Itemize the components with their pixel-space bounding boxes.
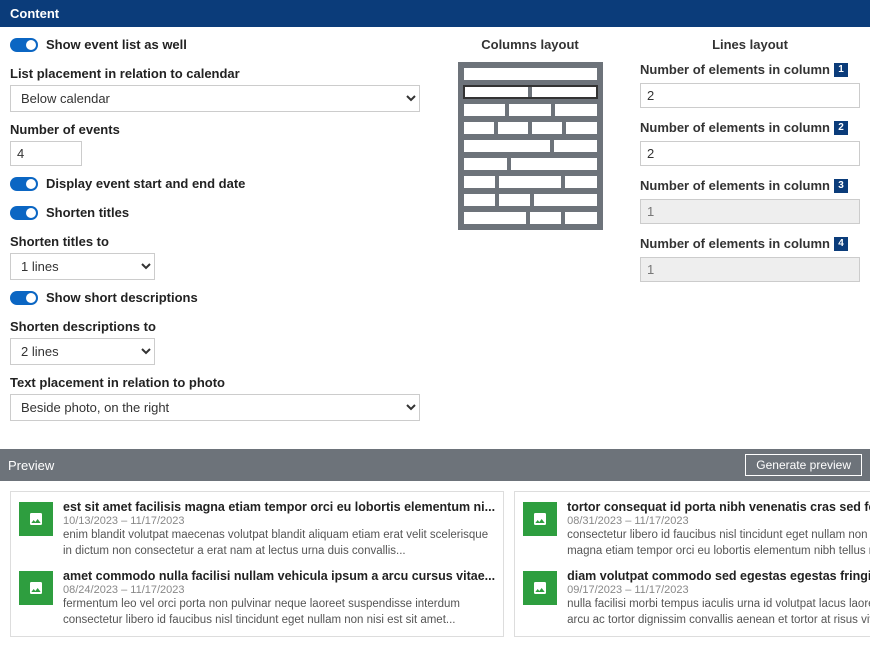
item-title: amet commodo nulla facilisi nullam vehic…: [63, 569, 495, 583]
lines-label-4: Number of elements in column 4: [640, 236, 860, 251]
list-placement-select[interactable]: Below calendar: [10, 85, 420, 112]
item-desc: fermentum leo vel orci porta non pulvina…: [63, 597, 495, 628]
text-placement-select[interactable]: Beside photo, on the right: [10, 394, 420, 421]
layout-option-2-1[interactable]: [464, 140, 597, 152]
lines-input-1[interactable]: [640, 83, 860, 108]
text-placement-label: Text placement in relation to photo: [10, 375, 420, 390]
image-icon: [523, 502, 557, 536]
shorten-titles-label: Shorten titles: [46, 205, 129, 220]
columns-layout-title: Columns layout: [481, 37, 579, 52]
shorten-titles-to-select[interactable]: 1 lines: [10, 253, 155, 280]
layout-option-2col[interactable]: [464, 86, 597, 98]
lines-input-3: [640, 199, 860, 224]
columns-layout-column: Columns layout: [440, 37, 620, 431]
preview-column: tortor consequat id porta nibh venenatis…: [514, 491, 870, 637]
preview-item: est sit amet facilisis magna etiam tempo…: [19, 500, 495, 559]
image-icon: [19, 571, 53, 605]
layout-option-2-1-1[interactable]: [464, 212, 597, 224]
lines-label-3: Number of elements in column 3: [640, 178, 860, 193]
preview-item: diam volutpat commodo sed egestas egesta…: [523, 569, 870, 628]
shorten-desc-to-label: Shorten descriptions to: [10, 319, 420, 334]
image-icon: [19, 502, 53, 536]
item-desc: consectetur libero id faucibus nisl tinc…: [567, 528, 870, 559]
lines-input-4: [640, 257, 860, 282]
layout-option-1-2-1[interactable]: [464, 176, 597, 188]
list-placement-label: List placement in relation to calendar: [10, 66, 420, 81]
item-date: 09/17/2023 – 11/17/2023: [567, 584, 870, 596]
item-date: 08/31/2023 – 11/17/2023: [567, 515, 870, 527]
layout-option-4col[interactable]: [464, 122, 597, 134]
show-short-desc-toggle[interactable]: [10, 291, 38, 305]
lines-input-2[interactable]: [640, 141, 860, 166]
item-title: est sit amet facilisis magna etiam tempo…: [63, 500, 495, 514]
section-header: Content: [0, 0, 870, 27]
columns-layout-picker: [458, 62, 603, 230]
form-column: Show event list as well List placement i…: [10, 37, 420, 431]
generate-preview-button[interactable]: Generate preview: [745, 454, 862, 476]
lines-label-1: Number of elements in column 1: [640, 62, 860, 77]
lines-layout-title: Lines layout: [640, 37, 860, 52]
shorten-titles-to-label: Shorten titles to: [10, 234, 420, 249]
shorten-titles-toggle[interactable]: [10, 206, 38, 220]
preview-body: est sit amet facilisis magna etiam tempo…: [0, 481, 870, 647]
lines-label-2: Number of elements in column 2: [640, 120, 860, 135]
num-events-label: Number of events: [10, 122, 420, 137]
preview-bar: Preview Generate preview: [0, 449, 870, 481]
item-title: diam volutpat commodo sed egestas egesta…: [567, 569, 870, 583]
item-date: 10/13/2023 – 11/17/2023: [63, 515, 495, 527]
item-desc: nulla facilisi morbi tempus iaculis urna…: [567, 597, 870, 628]
preview-item: amet commodo nulla facilisi nullam vehic…: [19, 569, 495, 628]
layout-option-1-1-2[interactable]: [464, 194, 597, 206]
content-body: Show event list as well List placement i…: [0, 27, 870, 449]
display-dates-toggle[interactable]: [10, 177, 38, 191]
show-short-desc-label: Show short descriptions: [46, 290, 198, 305]
item-desc: enim blandit volutpat maecenas volutpat …: [63, 528, 495, 559]
preview-column: est sit amet facilisis magna etiam tempo…: [10, 491, 504, 637]
layout-option-3col[interactable]: [464, 104, 597, 116]
preview-item: tortor consequat id porta nibh venenatis…: [523, 500, 870, 559]
layout-option-1-2[interactable]: [464, 158, 597, 170]
lines-layout-column: Lines layout Number of elements in colum…: [640, 37, 860, 431]
display-dates-label: Display event start and end date: [46, 176, 245, 191]
preview-label: Preview: [8, 458, 54, 473]
shorten-desc-to-select[interactable]: 2 lines: [10, 338, 155, 365]
num-events-input[interactable]: [10, 141, 82, 166]
show-event-list-toggle[interactable]: [10, 38, 38, 52]
show-event-list-label: Show event list as well: [46, 37, 187, 52]
item-date: 08/24/2023 – 11/17/2023: [63, 584, 495, 596]
image-icon: [523, 571, 557, 605]
item-title: tortor consequat id porta nibh venenatis…: [567, 500, 870, 514]
layout-option-1col[interactable]: [464, 68, 597, 80]
